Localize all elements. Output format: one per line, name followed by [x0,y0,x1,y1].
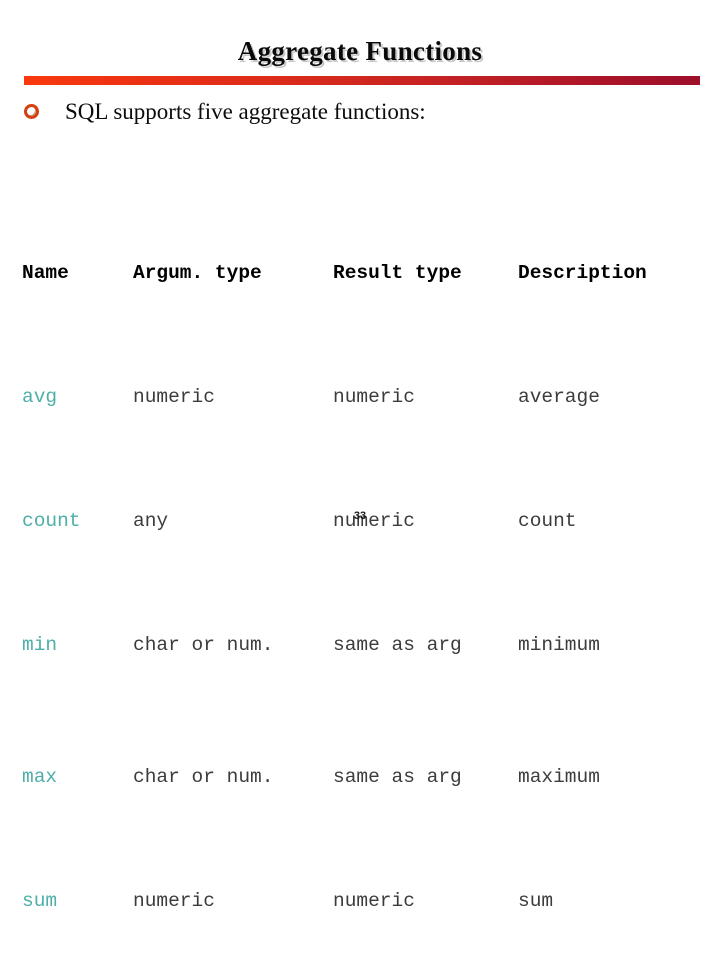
column-header-name: Name [22,262,69,284]
cell-function-name: min [22,634,58,656]
cell-function-name: max [22,766,58,788]
cell-description: sum [518,890,554,912]
aggregate-functions-table: Name Argum. type Result type Description… [22,165,702,979]
cell-result-type: numeric [333,386,415,408]
page-title: Aggregate Functions [237,36,483,66]
cell-argument-type: char or num. [133,634,274,656]
cell-description: minimum [518,634,600,656]
cell-result-type: numeric [333,890,415,912]
bullet-line: SQL supports five aggregate functions: [24,99,684,124]
cell-description: maximum [518,766,600,788]
bullet-line-text: SQL supports five aggregate functions: [65,99,426,124]
cell-result-type: same as arg [333,766,462,788]
cell-function-name: sum [22,890,58,912]
column-header-result-type: Result type [333,262,462,284]
table-row: avg numeric numeric average [22,382,702,413]
cell-argument-type: numeric [133,890,215,912]
cell-argument-type: char or num. [133,766,274,788]
table-row: sum numeric numeric sum [22,886,702,917]
ring-bullet-icon [24,104,39,120]
cell-function-name: avg [22,386,58,408]
slide-page-number: 33 [353,510,367,522]
cell-argument-type: numeric [133,386,215,408]
title-accent-bar [24,76,700,85]
cell-description: average [518,386,600,408]
table-row: max char or num. same as arg maximum [22,762,702,793]
column-header-argum-type: Argum. type [133,262,262,284]
column-header-description: Description [518,262,647,284]
table-row: min char or num. same as arg minimum [22,630,702,661]
cell-result-type: same as arg [333,634,462,656]
table-header-row: Name Argum. type Result type Description [22,258,702,289]
